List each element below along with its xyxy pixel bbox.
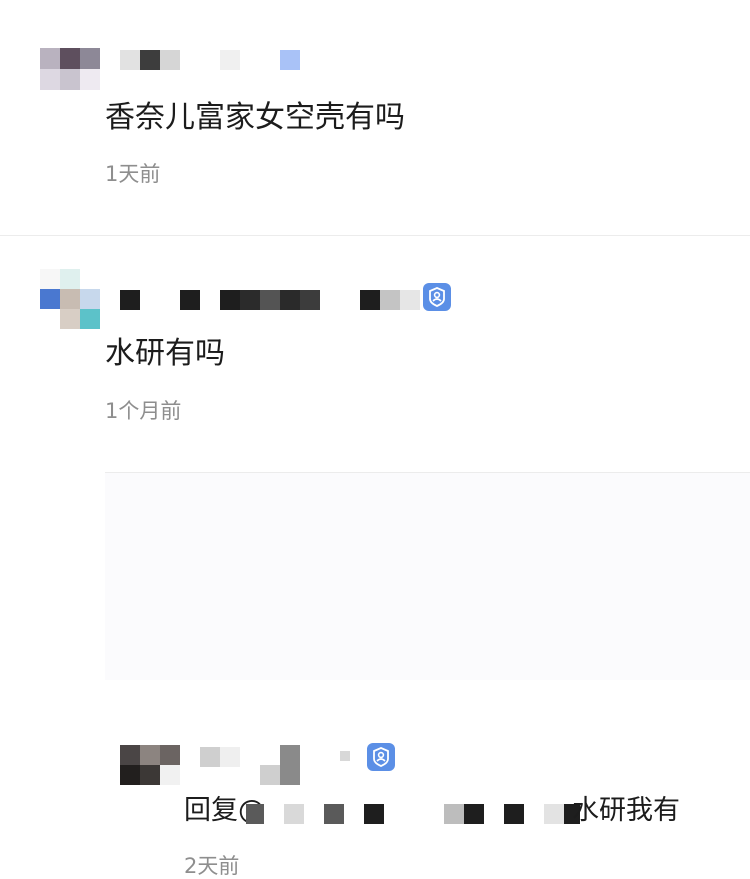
username-redacted[interactable] — [120, 50, 310, 74]
reply-timestamp: 2天前 — [184, 854, 240, 878]
comment-item[interactable]: 水研有吗 1个月前 回复@ 水研我有 2天前 — [0, 236, 750, 878]
reply-text: 回复@ 水研我有 — [184, 794, 704, 830]
comment-text: 水研有吗 — [105, 336, 225, 371]
avatar[interactable] — [40, 269, 100, 329]
reply-item[interactable]: 回复@ 水研我有 2天前 — [0, 472, 750, 878]
reply-suffix: 水研我有 — [572, 795, 680, 826]
username-redacted[interactable] — [120, 290, 420, 314]
comment-timestamp: 1个月前 — [105, 399, 182, 423]
verified-badge-icon — [423, 283, 451, 311]
comment-item[interactable]: 香奈儿富家女空壳有吗 1天前 — [0, 0, 750, 235]
verified-badge-icon — [367, 743, 395, 771]
comment-timestamp: 1天前 — [105, 162, 161, 186]
comment-text: 香奈儿富家女空壳有吗 — [105, 100, 405, 135]
username-redacted[interactable] — [200, 745, 360, 785]
mentioned-username-redacted[interactable] — [246, 804, 580, 824]
avatar[interactable] — [120, 745, 180, 785]
avatar[interactable] — [40, 48, 100, 90]
